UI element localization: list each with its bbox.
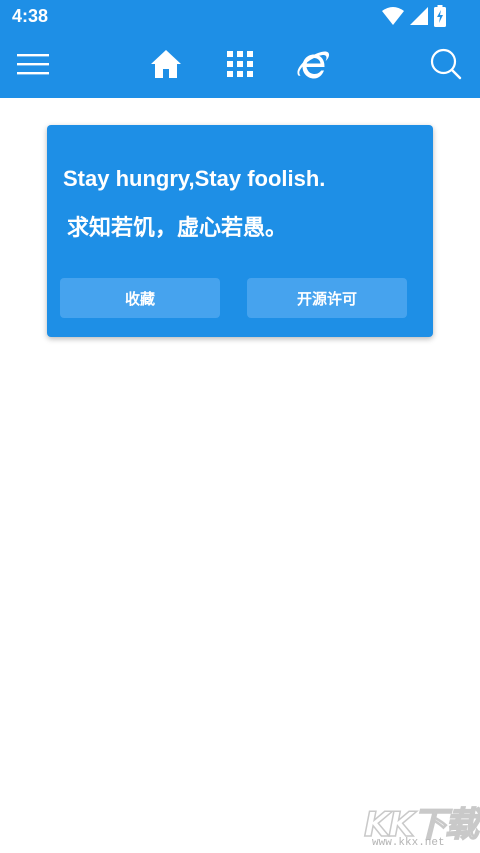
browser-e-icon (296, 48, 330, 85)
search-icon (430, 48, 462, 85)
quote-card: Stay hungry,Stay foolish. 求知若饥，虚心若愚。 收藏 … (47, 125, 433, 337)
battery-charging-icon (434, 5, 446, 32)
cellular-signal-icon (410, 7, 428, 30)
wifi-icon (382, 6, 404, 31)
status-bar: 4:38 (0, 0, 480, 34)
grid-icon (227, 50, 253, 82)
quote-chinese: 求知若饥，虚心若愚。 (67, 216, 288, 241)
status-time: 4:38 (12, 6, 49, 26)
status-icons (382, 5, 446, 32)
menu-button[interactable] (15, 48, 51, 84)
site-watermark: KK下载 www.kkx.net (363, 797, 480, 853)
menu-icon (17, 52, 49, 81)
browser-button[interactable] (295, 48, 331, 84)
toolbar (0, 34, 480, 98)
open-source-license-button[interactable]: 开源许可 (247, 278, 407, 318)
home-button[interactable] (148, 48, 184, 84)
quote-english: Stay hungry,Stay foolish. (63, 166, 326, 191)
watermark-url: www.kkx.net (372, 837, 445, 849)
favorites-button[interactable]: 收藏 (60, 278, 220, 318)
search-button[interactable] (428, 48, 464, 84)
home-icon (150, 49, 182, 84)
apps-grid-button[interactable] (222, 48, 258, 84)
